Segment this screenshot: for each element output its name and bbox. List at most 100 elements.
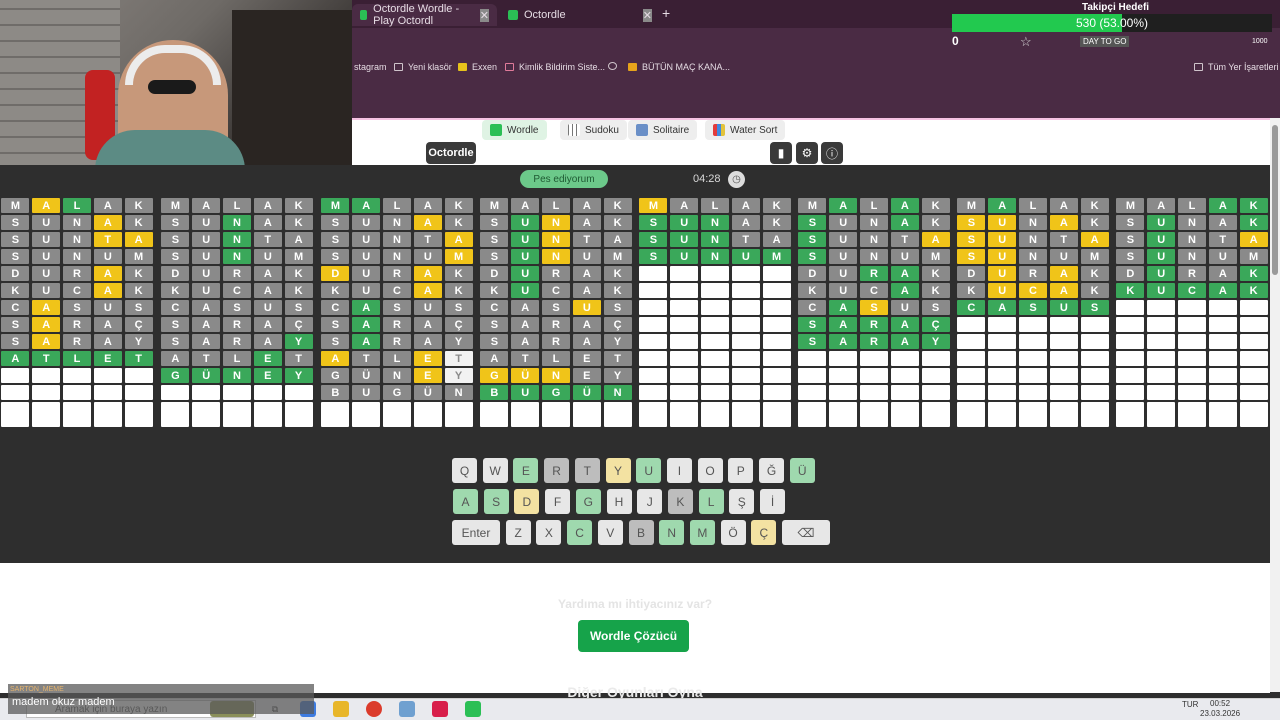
game-tab-wordle[interactable]: Wordle <box>482 120 547 140</box>
taskbar-clock[interactable]: 00:52 23.03.2026 <box>1200 699 1240 719</box>
key-x[interactable]: X <box>536 520 562 545</box>
board-row: SARAY <box>797 333 951 350</box>
key-l[interactable]: L <box>698 489 724 514</box>
key-v[interactable]: V <box>597 520 623 545</box>
letter-tile: G <box>161 368 190 383</box>
board-row: ATLET <box>0 350 154 367</box>
game-tab-label: Sudoku <box>585 124 619 136</box>
key-ö[interactable]: Ö <box>720 520 746 545</box>
letter-tile: U <box>253 249 282 264</box>
letter-tile: K <box>444 215 473 230</box>
game-tab-solitaire[interactable]: Solitaire <box>628 120 698 140</box>
letter-tile: T <box>1049 232 1078 247</box>
key-h[interactable]: H <box>606 489 632 514</box>
letter-tile <box>957 385 986 400</box>
board-row <box>956 384 1110 401</box>
key-o[interactable]: O <box>697 458 723 483</box>
page-top-strip <box>352 78 1280 118</box>
letter-tile <box>1208 317 1237 332</box>
letter-tile: U <box>988 215 1017 230</box>
key-w[interactable]: W <box>482 458 508 483</box>
letter-tile: A <box>1049 283 1078 298</box>
letter-tile <box>62 385 91 400</box>
info-icon[interactable]: ⓘ <box>821 142 843 164</box>
key-p[interactable]: P <box>728 458 754 483</box>
wordle-solver-button[interactable]: Wordle Çözücü <box>578 620 689 652</box>
app-icon[interactable] <box>399 701 415 717</box>
letter-tile <box>1177 317 1206 332</box>
letter-tile: A <box>1208 283 1237 298</box>
key-i̇[interactable]: İ <box>760 489 785 514</box>
folder-icon[interactable] <box>333 701 349 717</box>
chrome-icon[interactable] <box>366 701 382 717</box>
bookmark-item[interactable]: Exxen <box>458 62 497 72</box>
close-icon[interactable]: ✕ <box>642 8 652 22</box>
key-t[interactable]: T <box>574 458 600 483</box>
letter-tile <box>1 368 30 383</box>
app-icon[interactable] <box>432 701 448 717</box>
bookmark-item[interactable]: stagram <box>354 62 387 72</box>
letter-tile: D <box>161 266 190 281</box>
letter-tile <box>731 334 760 349</box>
key-n[interactable]: N <box>659 520 685 545</box>
close-icon[interactable]: ✕ <box>479 8 489 22</box>
letter-tile: T <box>352 351 381 366</box>
give-up-button[interactable]: Pes ediyorum <box>520 170 608 188</box>
key-j[interactable]: J <box>637 489 663 514</box>
stats-icon[interactable]: ▮ <box>770 142 792 164</box>
key-m[interactable]: M <box>689 520 715 545</box>
tab-octordle-wordle[interactable]: Octordle Wordle - Play Octordl ✕ <box>352 3 497 27</box>
letter-tile <box>921 368 950 383</box>
key-s[interactable]: S <box>483 489 509 514</box>
letter-tile: N <box>62 215 91 230</box>
key-ş[interactable]: Ş <box>729 489 755 514</box>
letter-tile: T <box>124 351 153 366</box>
tab-label: Octordle <box>524 9 566 21</box>
language-indicator[interactable]: TUR <box>1182 700 1198 709</box>
game-tab-sudoku[interactable]: Sudoku <box>560 120 627 140</box>
globe-icon[interactable] <box>608 62 622 70</box>
bookmark-item[interactable]: Kimlik Bildirim Siste... <box>505 62 605 72</box>
key-backspace[interactable]: ⌫ <box>782 520 830 545</box>
bookmark-item[interactable]: BÜTÜN MAÇ KANA... <box>628 62 730 72</box>
all-bookmarks[interactable]: Tüm Yer İşaretleri <box>1194 62 1279 72</box>
key-a[interactable]: A <box>453 489 478 514</box>
letter-tile: G <box>382 385 411 400</box>
game-tab-water-sort[interactable]: Water Sort <box>705 120 786 140</box>
scrollbar-thumb[interactable] <box>1272 125 1278 275</box>
letter-tile: S <box>639 249 668 264</box>
letter-tile: S <box>1 215 30 230</box>
app-icon[interactable] <box>465 701 481 717</box>
board-row: MALAK <box>479 197 633 214</box>
key-f[interactable]: F <box>545 489 571 514</box>
board-6: MALAKSUNAKSUNTASUNUMDURAKKUCAKCASUSSARAÇ… <box>797 197 951 427</box>
key-y[interactable]: Y <box>605 458 631 483</box>
key-d[interactable]: D <box>514 489 540 514</box>
letter-tile: R <box>382 266 411 281</box>
letter-tile: U <box>32 249 61 264</box>
key-e[interactable]: E <box>513 458 539 483</box>
bookmark-folder[interactable]: Yeni klasör <box>394 62 452 72</box>
key-ç[interactable]: Ç <box>751 520 777 545</box>
key-u[interactable]: U <box>636 458 662 483</box>
brand-logo[interactable]: Octordle <box>426 142 476 164</box>
key-enter[interactable]: Enter <box>452 520 500 545</box>
key-ğ[interactable]: Ğ <box>759 458 784 483</box>
key-i[interactable]: I <box>666 458 692 483</box>
key-c[interactable]: C <box>567 520 593 545</box>
letter-tile: T <box>511 351 540 366</box>
key-k[interactable]: K <box>667 489 693 514</box>
letter-tile: U <box>670 232 699 247</box>
key-q[interactable]: Q <box>452 458 477 483</box>
gear-icon[interactable]: ⚙ <box>796 142 818 164</box>
letter-tile <box>253 402 282 427</box>
letter-tile: N <box>541 232 570 247</box>
new-tab-button[interactable]: + <box>662 5 670 21</box>
tab-octordle[interactable]: Octordle ✕ <box>500 4 660 26</box>
key-r[interactable]: R <box>544 458 570 483</box>
key-b[interactable]: B <box>628 520 654 545</box>
letter-tile: L <box>541 198 570 213</box>
key-z[interactable]: Z <box>505 520 531 545</box>
key-ü[interactable]: Ü <box>789 458 815 483</box>
key-g[interactable]: G <box>575 489 601 514</box>
